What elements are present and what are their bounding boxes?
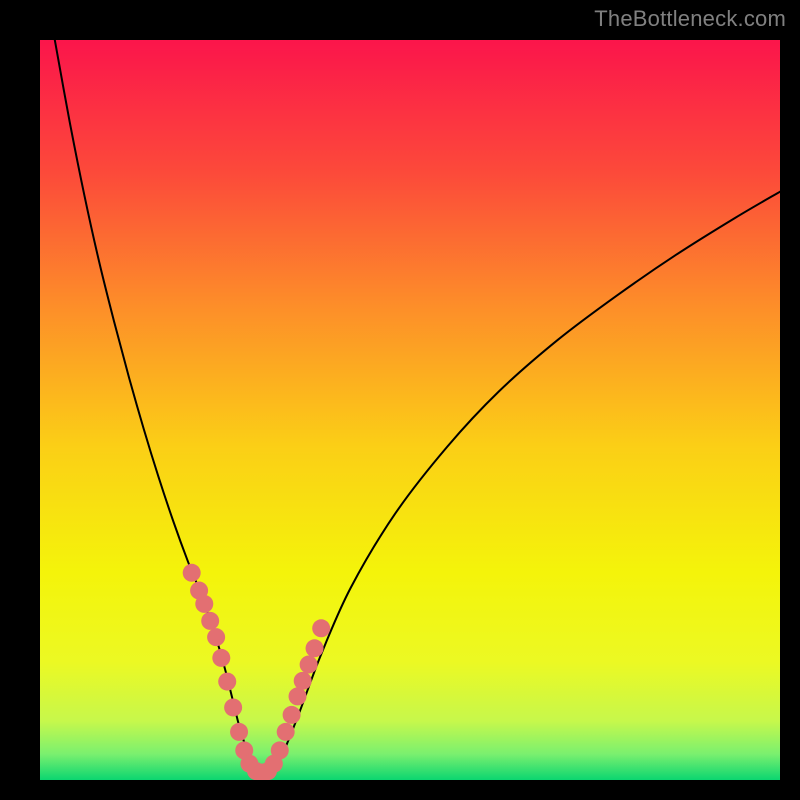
plot-area <box>40 40 780 780</box>
marker-dot <box>312 619 330 637</box>
marker-dot <box>306 639 324 657</box>
marker-dot <box>183 564 201 582</box>
marker-dot <box>201 612 219 630</box>
marker-dot <box>212 649 230 667</box>
marker-dot <box>289 687 307 705</box>
watermark-label: TheBottleneck.com <box>594 6 786 32</box>
chart-svg <box>40 40 780 780</box>
marker-dot <box>230 723 248 741</box>
marker-dot <box>207 628 225 646</box>
plot-background <box>40 40 780 780</box>
marker-dot <box>271 741 289 759</box>
chart-frame: TheBottleneck.com <box>0 0 800 800</box>
marker-dot <box>195 595 213 613</box>
marker-dot <box>218 673 236 691</box>
marker-dot <box>300 656 318 674</box>
marker-dot <box>277 723 295 741</box>
marker-dot <box>294 672 312 690</box>
marker-dot <box>283 706 301 724</box>
marker-dot <box>224 698 242 716</box>
